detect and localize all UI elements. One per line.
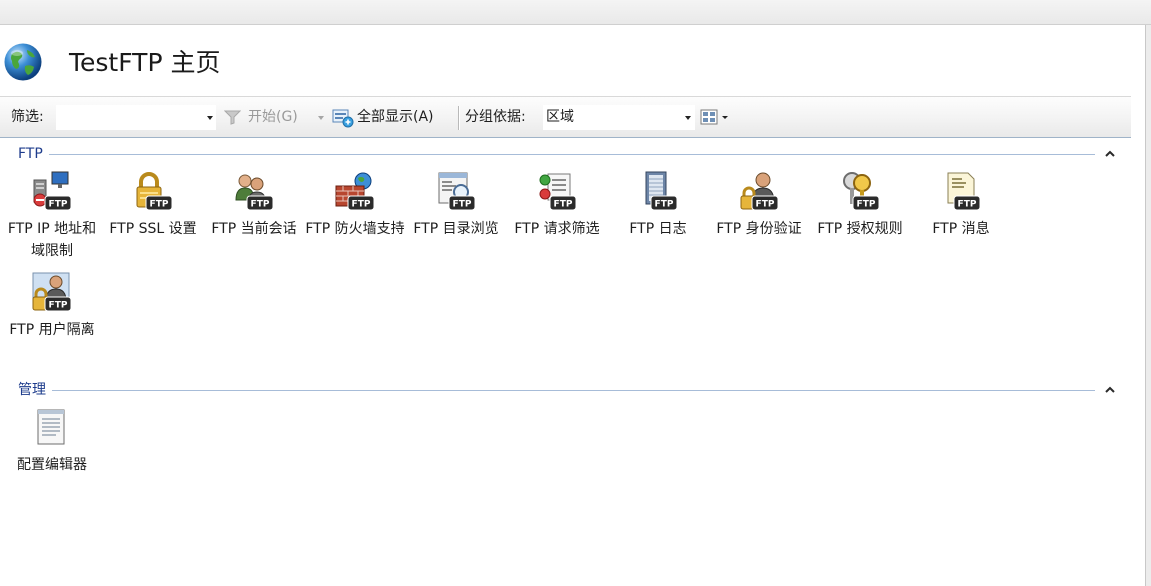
ftp-authorization-rules-icon: FTP — [843, 172, 880, 211]
svg-text:FTP: FTP — [655, 200, 674, 210]
feature-label: FTP 授权规则 — [817, 221, 903, 237]
start-button[interactable]: 开始(G) — [248, 97, 298, 137]
group-by-dropdown-icon[interactable] — [685, 116, 691, 120]
view-mode-icon[interactable] — [700, 108, 732, 126]
svg-text:FTP: FTP — [352, 200, 371, 210]
funnel-icon — [224, 110, 241, 125]
filter-toolbar: 筛选: 开始(G) 全部显示(A) 分组依据: 区域 — [0, 96, 1131, 138]
feature-label: FTP 防火墙支持 — [305, 221, 405, 237]
ftp-directory-browsing-icon: FTP — [438, 172, 476, 211]
group-divider — [18, 390, 1095, 391]
filter-label: 筛选: — [11, 109, 44, 125]
ftp-user-isolation-icon: FTP — [32, 272, 72, 312]
svg-text:FTP: FTP — [554, 200, 573, 210]
svg-text:FTP: FTP — [958, 200, 977, 210]
filter-dropdown-icon[interactable] — [207, 116, 213, 120]
group-by-select[interactable]: 区域 — [543, 105, 695, 130]
group-title-management: 管理 — [18, 380, 52, 400]
group-header-ftp: FTP — [0, 144, 1131, 164]
ftp-messages-icon: FTP — [947, 172, 981, 211]
ftp-firewall-icon: FTP — [335, 172, 375, 211]
toolbar-separator — [458, 106, 459, 130]
show-all-icon — [332, 109, 354, 128]
feature-label: FTP 身份验证 — [716, 221, 802, 237]
ftp-ip-restrictions-icon: FTP — [33, 171, 72, 211]
feature-label: FTP 目录浏览 — [413, 221, 499, 237]
group-title-ftp: FTP — [18, 144, 49, 164]
ftp-ssl-icon: FTP — [136, 172, 173, 211]
filter-input[interactable] — [56, 105, 216, 130]
feature-label: FTP 请求筛选 — [514, 221, 600, 237]
window-top-strip — [0, 0, 1151, 25]
ftp-authentication-icon: FTP — [740, 172, 779, 211]
svg-text:FTP: FTP — [857, 200, 876, 210]
feature-label: FTP 当前会话 — [211, 221, 297, 237]
svg-text:FTP: FTP — [49, 301, 68, 311]
start-dropdown-icon[interactable] — [318, 116, 324, 120]
collapse-chevron-icon[interactable] — [1105, 150, 1115, 158]
svg-text:FTP: FTP — [756, 200, 775, 210]
feature-label: 配置编辑器 — [17, 457, 87, 473]
collapse-chevron-icon[interactable] — [1105, 386, 1115, 394]
svg-text:FTP: FTP — [251, 200, 270, 210]
feature-label: FTP 日志 — [629, 221, 687, 237]
feature-label: FTP 用户隔离 — [9, 322, 95, 338]
svg-text:FTP: FTP — [150, 200, 169, 210]
svg-text:FTP: FTP — [49, 200, 68, 210]
feature-label: FTP IP 地址和域限制 — [7, 221, 97, 259]
configuration-editor-icon — [37, 409, 65, 445]
globe-icon — [4, 43, 42, 81]
group-by-label: 分组依据: — [465, 109, 526, 125]
show-all-button[interactable]: 全部显示(A) — [357, 97, 434, 137]
group-header-management: 管理 — [0, 380, 1131, 400]
feature-label: FTP 消息 — [932, 221, 990, 237]
group-divider — [18, 154, 1095, 155]
ftp-request-filtering-icon: FTP — [539, 173, 577, 211]
page-header: TestFTP 主页 — [0, 25, 1146, 95]
features-view-panel: TestFTP 主页 筛选: 开始(G) 全部显示(A) 分组依据: 区域 FT… — [0, 25, 1146, 586]
ftp-logging-icon: FTP — [645, 171, 678, 211]
ftp-current-sessions-icon: FTP — [235, 174, 274, 211]
feature-label: FTP SSL 设置 — [109, 221, 197, 237]
page-title: TestFTP 主页 — [69, 48, 221, 77]
scrollbar-gutter — [1146, 25, 1151, 586]
svg-text:FTP: FTP — [453, 200, 472, 210]
